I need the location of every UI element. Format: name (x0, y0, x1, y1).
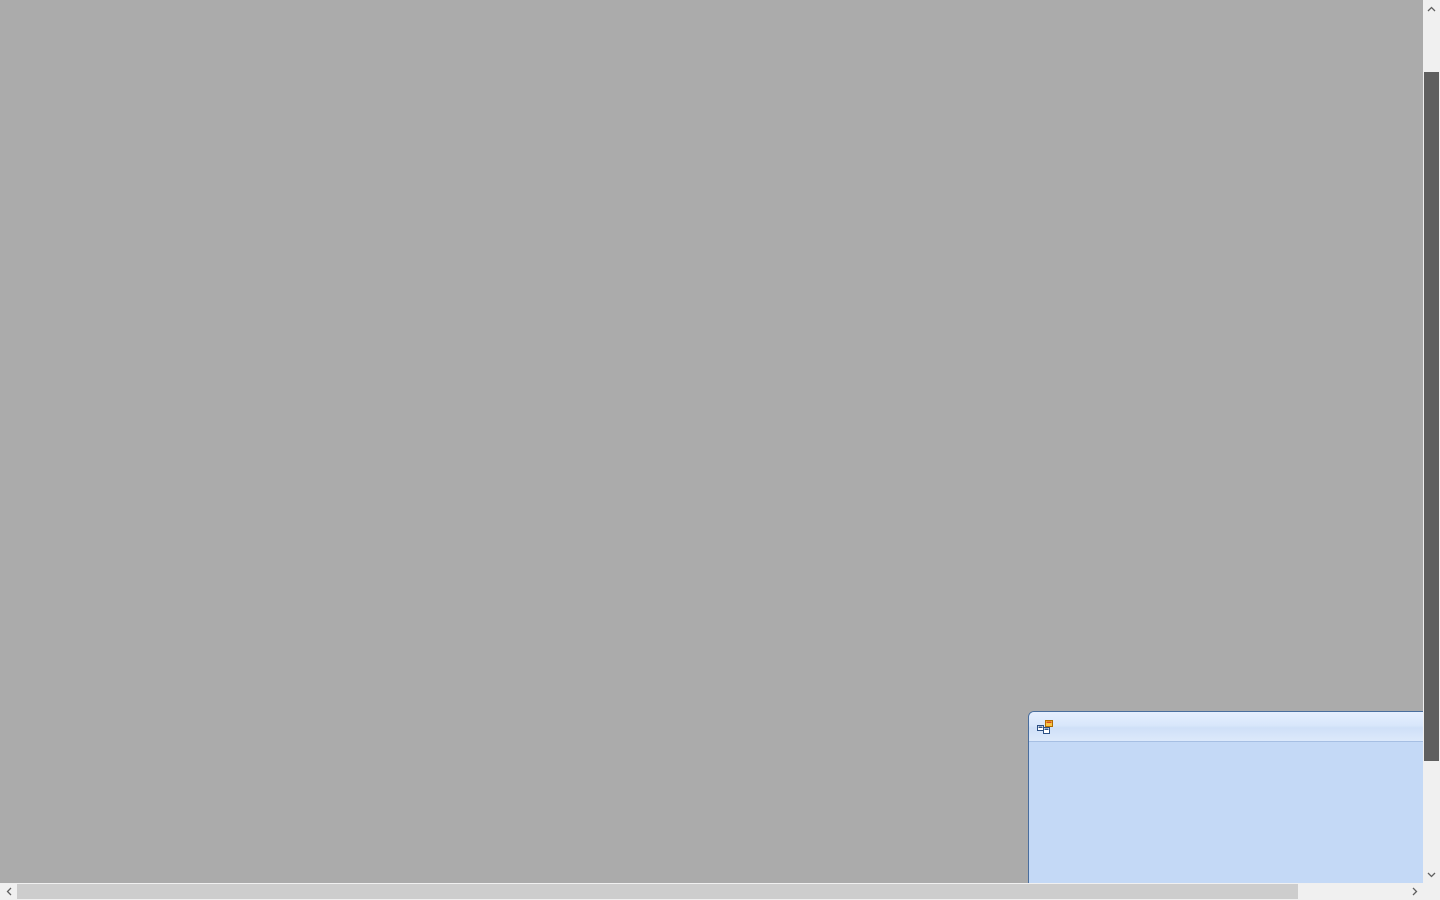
vertical-scrollbar[interactable] (1423, 0, 1440, 883)
scroll-down-button[interactable] (1423, 866, 1440, 883)
chevron-down-icon (1427, 872, 1436, 877)
mdi-workspace (0, 0, 1423, 883)
chevron-left-icon (6, 887, 11, 896)
scrollbar-corner (1423, 883, 1440, 900)
scroll-up-button[interactable] (1423, 0, 1440, 17)
horizontal-scroll-thumb[interactable] (17, 884, 1298, 899)
child-window-titlebar[interactable] (1029, 712, 1423, 742)
scroll-left-button[interactable] (0, 883, 17, 900)
horizontal-scrollbar[interactable] (0, 883, 1423, 900)
chevron-right-icon (1412, 887, 1417, 896)
chevron-up-icon (1427, 6, 1436, 11)
form-window-icon[interactable] (1037, 720, 1053, 734)
scroll-right-button[interactable] (1406, 883, 1423, 900)
vertical-scroll-thumb[interactable] (1424, 72, 1439, 761)
child-form-window[interactable] (1028, 711, 1423, 883)
